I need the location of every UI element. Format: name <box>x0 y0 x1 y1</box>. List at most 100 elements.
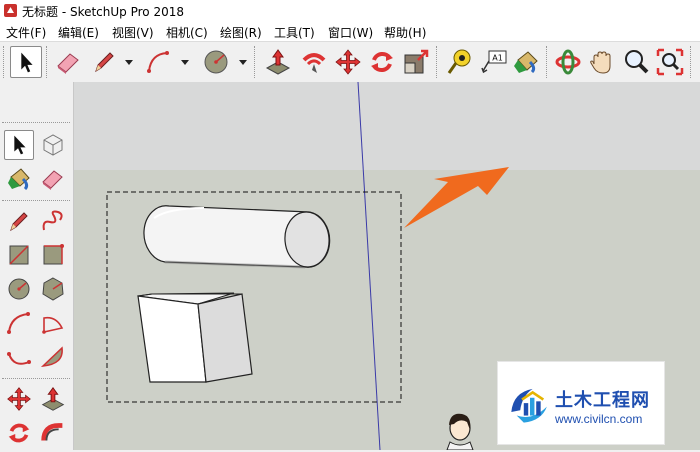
move-tool-button[interactable] <box>332 46 364 78</box>
menu-view[interactable]: 视图(V) <box>112 24 154 41</box>
menu-file[interactable]: 文件(F) <box>6 24 46 41</box>
sketchup-app-icon <box>4 4 17 17</box>
arc-icon <box>7 312 30 334</box>
scale-tool-button[interactable] <box>400 46 432 78</box>
watermark-url: www.civilcn.com <box>555 412 643 426</box>
pencil-icon <box>10 212 28 232</box>
toolbar-grip[interactable] <box>254 46 258 78</box>
toolbar-grip[interactable] <box>546 46 550 78</box>
toolbar-grip[interactable] <box>46 46 50 78</box>
left-pencil-tool-button[interactable] <box>4 206 34 236</box>
zoom-extents-tool-button[interactable] <box>654 46 686 78</box>
text-tool-label: A1 <box>492 54 503 63</box>
large-tool-set-toolbar <box>0 82 74 450</box>
sky-area <box>74 82 700 170</box>
freehand-tool-button[interactable] <box>38 206 68 236</box>
pencil-icon <box>95 52 114 73</box>
make-component-tool-button[interactable] <box>38 130 68 160</box>
tape-measure-tool-button[interactable] <box>444 46 476 78</box>
pencil-tool-button[interactable] <box>88 46 120 78</box>
cube[interactable] <box>137 292 253 383</box>
window-title: 无标题 - SketchUp Pro 2018 <box>22 5 184 19</box>
left-paint-bucket-tool-button[interactable] <box>4 164 34 194</box>
menu-window[interactable]: 窗口(W) <box>328 24 373 41</box>
civilcn-watermark: 土木工程网 www.civilcn.com <box>497 361 665 445</box>
pie-tool-button[interactable] <box>38 308 68 338</box>
toolbar-grip[interactable] <box>2 200 70 204</box>
tape-measure-icon <box>447 49 471 74</box>
arc-tool-button[interactable] <box>142 46 174 78</box>
menu-camera[interactable]: 相机(C) <box>166 24 208 41</box>
menu-draw[interactable]: 绘图(R) <box>220 24 262 41</box>
push-pull-icon <box>265 49 291 75</box>
toolbar-grip[interactable] <box>2 378 70 382</box>
rotated-rectangle-tool-button[interactable] <box>38 240 68 270</box>
left-follow-me-tool-button[interactable] <box>38 418 68 448</box>
paint-bucket-icon <box>514 51 538 74</box>
menu-help[interactable]: 帮助(H) <box>384 24 426 41</box>
toolbar-grip[interactable] <box>436 46 440 78</box>
left-circle-tool-button[interactable] <box>4 274 34 304</box>
civilcn-logo-icon <box>511 388 547 423</box>
left-eraser-tool-button[interactable] <box>38 164 68 194</box>
follow-me-icon <box>41 423 63 441</box>
follow-me-icon <box>302 53 326 73</box>
eraser-tool-button[interactable] <box>52 46 84 78</box>
title-bar: 无标题 - SketchUp Pro 2018 <box>0 0 700 23</box>
rectangle-icon <box>9 245 29 265</box>
text-label-icon: A1 <box>481 50 507 74</box>
freehand-icon <box>42 210 63 231</box>
zoom-extents-icon <box>656 48 684 76</box>
main-toolbar: A1 <box>0 41 700 83</box>
arrow-cursor-icon <box>14 135 26 155</box>
eraser-icon <box>57 53 79 74</box>
scale-icon <box>404 49 429 74</box>
orbit-icon <box>555 49 581 75</box>
left-move-tool-button[interactable] <box>4 384 34 414</box>
rotated-rectangle-icon <box>43 244 64 265</box>
arc-icon <box>147 51 169 73</box>
text-tool-button[interactable]: A1 <box>478 46 510 78</box>
chevron-down-icon[interactable] <box>180 57 190 67</box>
chevron-down-icon[interactable] <box>124 57 134 67</box>
three-point-arc-icon <box>40 346 63 367</box>
eraser-icon <box>42 170 63 190</box>
orbit-tool-button[interactable] <box>552 46 584 78</box>
hand-icon <box>590 51 611 74</box>
polygon-tool-button[interactable] <box>38 274 68 304</box>
left-push-pull-tool-button[interactable] <box>38 384 68 414</box>
rotate-icon <box>8 423 30 443</box>
arrow-cursor-icon <box>21 52 33 73</box>
pan-tool-button[interactable] <box>586 46 618 78</box>
toolbar-grip[interactable] <box>690 46 694 78</box>
push-pull-icon <box>41 386 65 411</box>
rectangle-tool-button[interactable] <box>4 240 34 270</box>
cylinder[interactable] <box>143 205 331 269</box>
paint-bucket-icon <box>8 168 30 191</box>
chevron-down-icon[interactable] <box>238 57 248 67</box>
rotate-icon <box>371 52 393 72</box>
menu-edit[interactable]: 编辑(E) <box>58 24 99 41</box>
circle-tool-button[interactable] <box>200 46 232 78</box>
left-arc-tool-button[interactable] <box>4 308 34 338</box>
pie-icon <box>42 316 64 334</box>
menu-tools[interactable]: 工具(T) <box>274 24 315 41</box>
push-pull-tool-button[interactable] <box>262 46 294 78</box>
left-select-tool-button[interactable] <box>4 130 34 160</box>
component-icon <box>43 134 63 156</box>
select-tool-button[interactable] <box>10 46 42 78</box>
polygon-icon <box>42 277 64 301</box>
circle-icon <box>8 278 30 300</box>
move-icon <box>7 387 31 411</box>
two-point-arc-tool-button[interactable] <box>4 342 34 372</box>
toolbar-grip[interactable] <box>2 122 70 126</box>
left-rotate-tool-button[interactable] <box>4 418 34 448</box>
toolbar-grip[interactable] <box>3 46 7 78</box>
move-icon <box>335 49 361 75</box>
three-point-arc-tool-button[interactable] <box>38 342 68 372</box>
zoom-tool-button[interactable] <box>620 46 652 78</box>
follow-me-tool-button[interactable] <box>298 46 330 78</box>
rotate-tool-button[interactable] <box>366 46 398 78</box>
menu-bar: 文件(F) 编辑(E) 视图(V) 相机(C) 绘图(R) 工具(T) 窗口(W… <box>0 22 700 41</box>
paint-bucket-tool-button[interactable] <box>510 46 542 78</box>
